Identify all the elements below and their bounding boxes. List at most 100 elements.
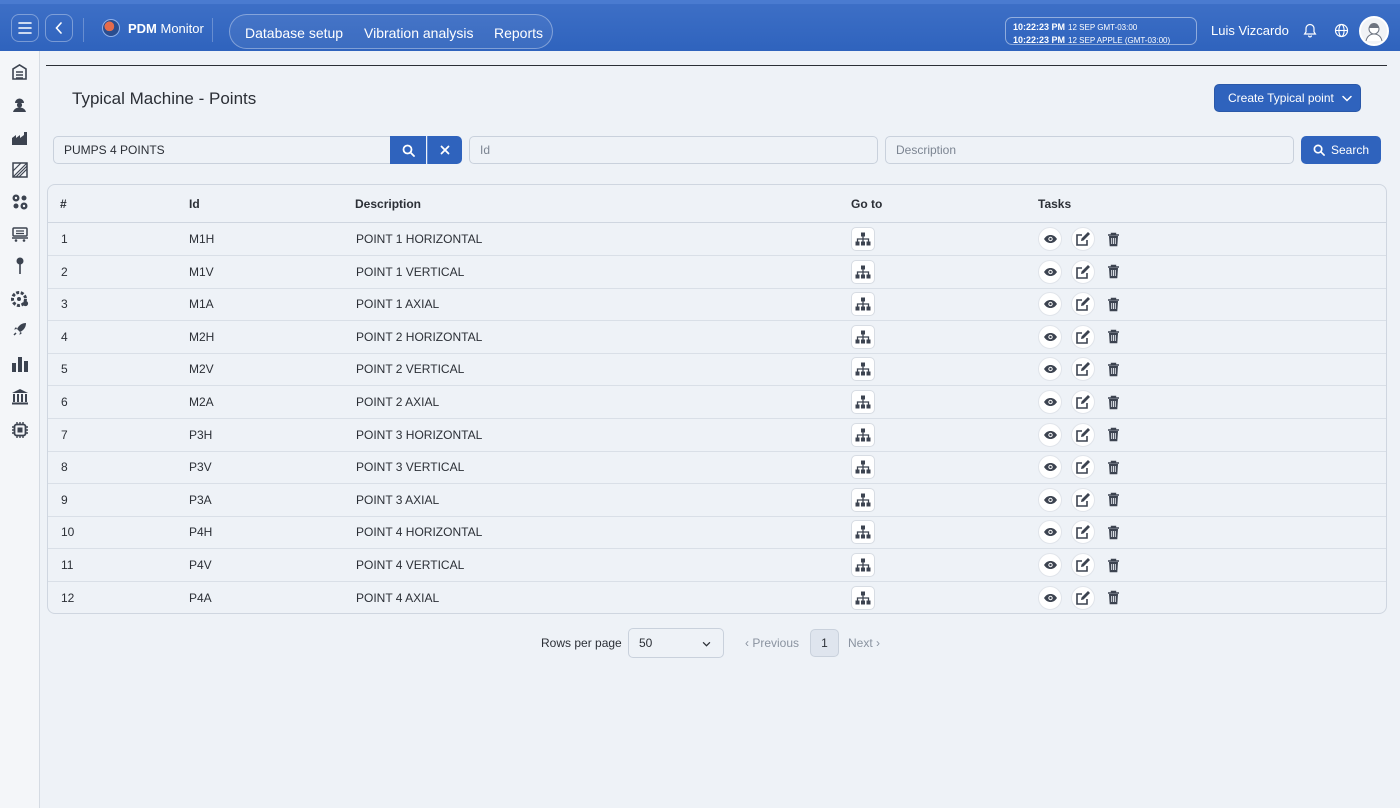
goto-hierarchy-button[interactable]: [851, 227, 875, 251]
column-header-number: #: [60, 197, 67, 211]
previous-page-button[interactable]: ‹ Previous: [745, 636, 799, 650]
sitemap-icon: [855, 232, 871, 246]
machine-filter-input[interactable]: PUMPS 4 POINTS: [53, 136, 391, 164]
delete-button[interactable]: [1101, 260, 1125, 284]
notifications-button[interactable]: [1298, 18, 1322, 42]
delete-button[interactable]: [1101, 553, 1125, 577]
menu-toggle-button[interactable]: [11, 14, 39, 42]
avatar[interactable]: [1359, 16, 1389, 46]
delete-button[interactable]: [1101, 357, 1125, 381]
edit-icon: [1076, 427, 1090, 442]
create-typical-point-button[interactable]: Create Typical point: [1214, 84, 1361, 112]
edit-button[interactable]: [1071, 520, 1095, 545]
view-button[interactable]: [1038, 324, 1062, 349]
goto-hierarchy-button[interactable]: [851, 585, 875, 610]
row-number: 10: [61, 525, 75, 540]
create-typical-point-label: Create Typical point: [1228, 91, 1334, 105]
nav-database-setup[interactable]: Database setup: [245, 25, 343, 41]
edit-button[interactable]: [1071, 585, 1095, 610]
user-name[interactable]: Luis Vizcardo: [1211, 23, 1289, 38]
sidebar-item-devices[interactable]: [10, 420, 29, 439]
edit-button[interactable]: [1071, 324, 1095, 349]
view-button[interactable]: [1038, 422, 1062, 447]
sidebar-item-conveyors[interactable]: [10, 224, 29, 243]
app-logo[interactable]: PDM Monitor: [102, 19, 204, 37]
nav-reports[interactable]: Reports: [494, 25, 543, 41]
sidebar-item-statistics[interactable]: [10, 354, 29, 373]
view-button[interactable]: [1038, 487, 1062, 512]
table-row: 10 P4H POINT 4 HORIZONTAL: [48, 516, 1386, 550]
delete-button[interactable]: [1101, 455, 1125, 479]
delete-button[interactable]: [1101, 325, 1125, 349]
goto-hierarchy-button[interactable]: [851, 357, 875, 382]
sidebar-item-buildings[interactable]: [10, 62, 29, 81]
sidebar-item-machines[interactable]: [10, 192, 29, 211]
edit-button[interactable]: [1071, 227, 1095, 251]
view-button[interactable]: [1038, 357, 1062, 382]
sidebar-item-launch[interactable]: [10, 319, 29, 338]
goto-hierarchy-button[interactable]: [851, 422, 875, 447]
goto-hierarchy-button[interactable]: [851, 520, 875, 545]
eye-icon: [1043, 365, 1057, 374]
view-button[interactable]: [1038, 390, 1062, 414]
view-button[interactable]: [1038, 227, 1062, 251]
goto-hierarchy-button[interactable]: [851, 259, 875, 284]
goto-hierarchy-button[interactable]: [851, 390, 875, 414]
sidebar-item-institutions[interactable]: [10, 387, 29, 406]
edit-button[interactable]: [1071, 259, 1095, 284]
column-header-description[interactable]: Description: [355, 197, 421, 211]
description-filter-input[interactable]: Description: [885, 136, 1294, 164]
goto-hierarchy-button[interactable]: [851, 455, 875, 480]
delete-button[interactable]: [1101, 390, 1125, 414]
sidebar-item-factory[interactable]: [10, 128, 29, 147]
eye-icon: [1043, 267, 1057, 276]
view-button[interactable]: [1038, 259, 1062, 284]
divider: [83, 18, 84, 42]
delete-button[interactable]: [1101, 586, 1125, 610]
edit-button[interactable]: [1071, 292, 1095, 317]
app-name: PDM Monitor: [128, 20, 204, 36]
delete-button[interactable]: [1101, 423, 1125, 447]
id-filter-input[interactable]: Id: [469, 136, 878, 164]
delete-button[interactable]: [1101, 227, 1125, 251]
view-button[interactable]: [1038, 520, 1062, 545]
delete-button[interactable]: [1101, 520, 1125, 544]
view-button[interactable]: [1038, 553, 1062, 577]
machine-search-button[interactable]: [390, 136, 426, 164]
delete-button[interactable]: [1101, 488, 1125, 512]
edit-button[interactable]: [1071, 553, 1095, 577]
row-number: 1: [61, 232, 68, 246]
goto-hierarchy-button[interactable]: [851, 292, 875, 317]
row-id: M2V: [189, 362, 214, 377]
goto-hierarchy-button[interactable]: [851, 487, 875, 512]
edit-button[interactable]: [1071, 487, 1095, 512]
search-button[interactable]: Search: [1301, 136, 1381, 164]
column-header-id[interactable]: Id: [189, 197, 200, 211]
edit-icon: [1076, 264, 1090, 279]
clear-machine-button[interactable]: [427, 136, 462, 164]
edit-button[interactable]: [1071, 390, 1095, 414]
sidebar-item-workers[interactable]: [10, 95, 29, 114]
goto-hierarchy-button[interactable]: [851, 553, 875, 577]
edit-button[interactable]: [1071, 455, 1095, 480]
sidebar-item-configuration[interactable]: [10, 289, 29, 308]
delete-button[interactable]: [1101, 292, 1125, 316]
next-page-button[interactable]: Next ›: [848, 636, 880, 650]
view-button[interactable]: [1038, 585, 1062, 610]
view-button[interactable]: [1038, 455, 1062, 480]
language-button[interactable]: [1329, 18, 1353, 42]
row-description: POINT 4 AXIAL: [356, 590, 440, 605]
table-row: 5 M2V POINT 2 VERTICAL: [48, 353, 1386, 387]
edit-button[interactable]: [1071, 422, 1095, 447]
page-number-button[interactable]: 1: [810, 629, 839, 657]
sidebar-item-points[interactable]: [10, 256, 29, 275]
row-number: 6: [61, 395, 68, 409]
goto-hierarchy-button[interactable]: [851, 324, 875, 349]
edit-button[interactable]: [1071, 357, 1095, 382]
rows-per-page-select[interactable]: 50: [628, 628, 724, 658]
back-button[interactable]: [45, 14, 73, 42]
sidebar-item-areas[interactable]: [10, 160, 29, 179]
chevron-down-icon: [1342, 95, 1352, 102]
nav-vibration-analysis[interactable]: Vibration analysis: [364, 25, 473, 41]
view-button[interactable]: [1038, 292, 1062, 317]
